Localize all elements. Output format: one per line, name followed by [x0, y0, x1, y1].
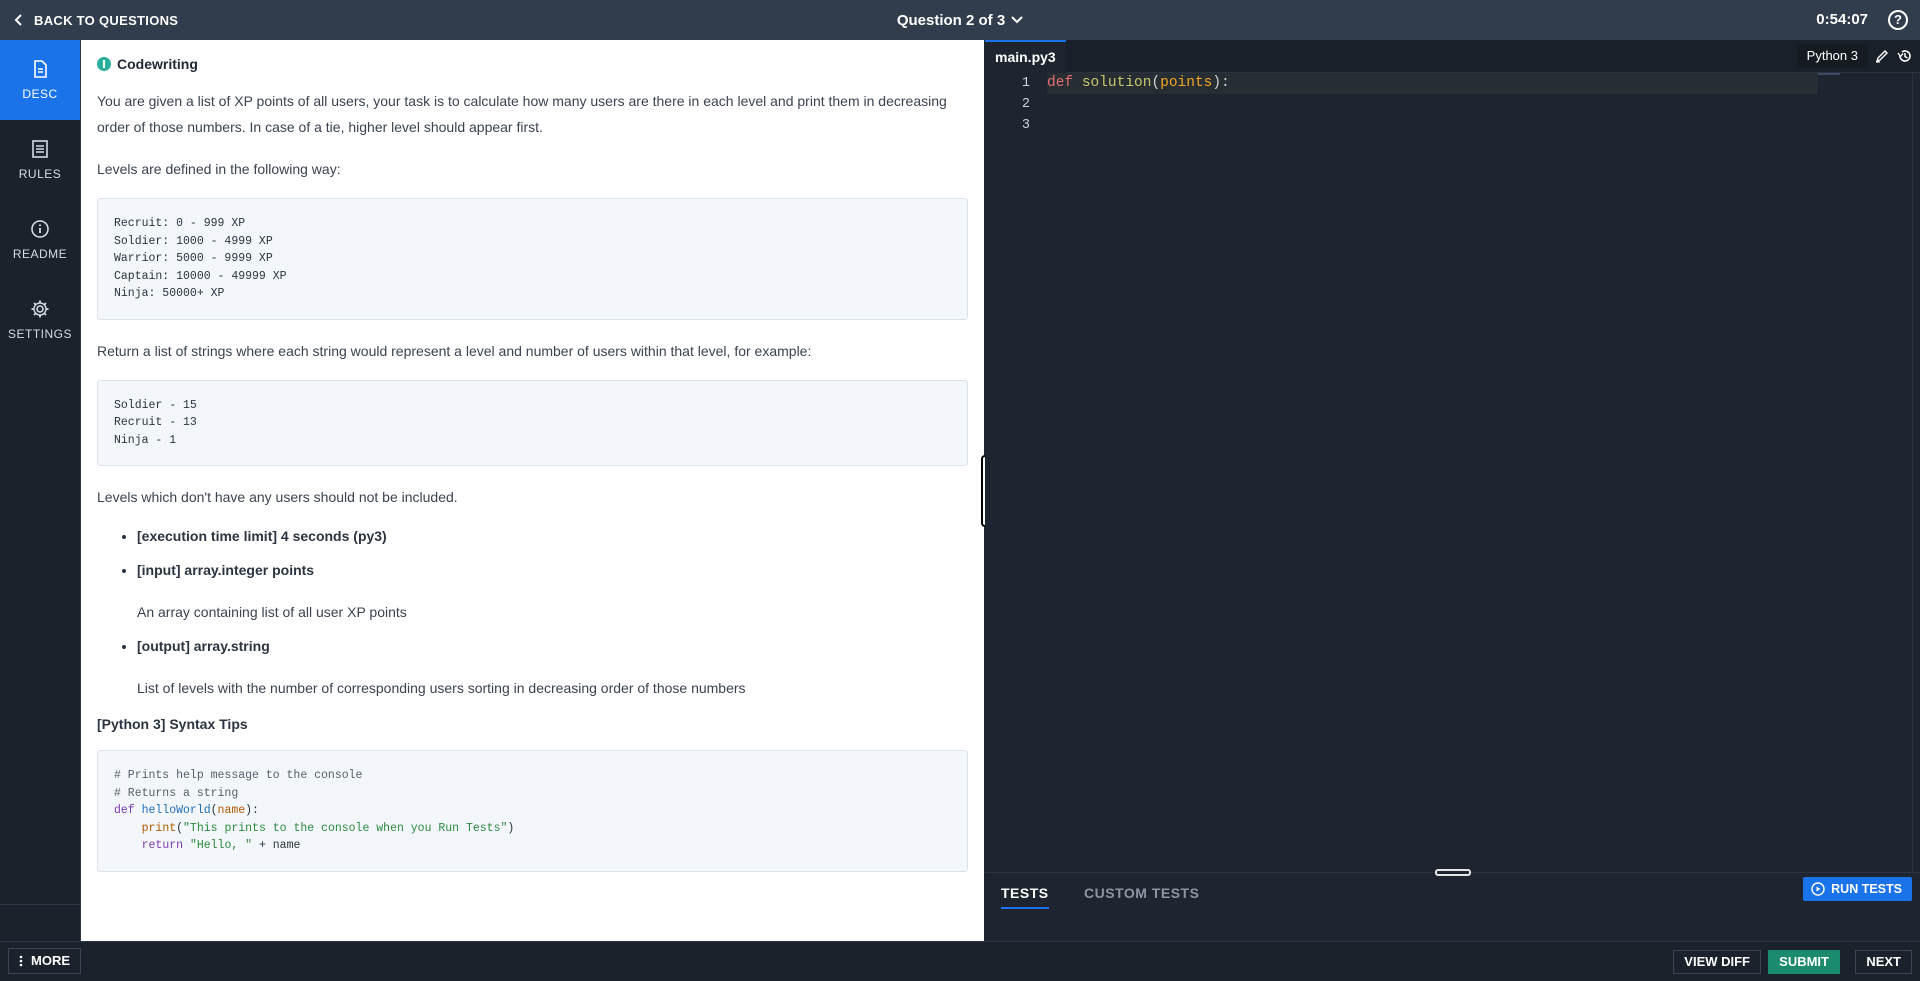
code-line[interactable]: [1047, 94, 1818, 115]
chevron-down-icon: [1011, 16, 1023, 24]
bottom-bar: MORE VIEW DIFF SUBMIT NEXT: [0, 941, 1920, 981]
top-bar: BACK TO QUESTIONS Question 2 of 3 0:54:0…: [0, 0, 1920, 40]
code-function: helloWorld: [141, 804, 211, 817]
divider: [0, 904, 80, 905]
syntax-tips-code-block: # Prints help message to the console # R…: [97, 750, 968, 872]
minimap: [1818, 73, 1840, 75]
code-param: points: [1160, 75, 1213, 91]
pencil-icon[interactable]: [1874, 48, 1890, 64]
spec-title: [output] array.string: [137, 638, 270, 654]
line-number: 3: [1021, 118, 1030, 133]
code-keyword: def: [1047, 75, 1074, 91]
editor-scrollbar[interactable]: [1912, 73, 1920, 872]
kebab-icon: [19, 955, 23, 967]
levels-code-block: Recruit: 0 - 999 XP Soldier: 1000 - 4999…: [97, 198, 968, 320]
spec-detail: An array containing list of all user XP …: [137, 604, 407, 620]
tab-tests[interactable]: TESTS: [1001, 881, 1049, 909]
sidebar-item-label: README: [12, 247, 68, 261]
code-text: + name: [252, 839, 301, 852]
task-type-label: Codewriting: [117, 56, 198, 72]
code-keyword: def: [114, 804, 135, 817]
language-selector[interactable]: Python 3: [1796, 44, 1868, 68]
line-number: 2: [1021, 97, 1030, 112]
return-text: Return a list of strings where each stri…: [97, 342, 812, 359]
question-selector[interactable]: Question 2 of 3: [0, 0, 1920, 40]
code-string: "Hello, ": [189, 839, 253, 852]
sidebar-item-rules[interactable]: RULES: [0, 120, 80, 200]
intro-text: You are given a list of XP points of all…: [97, 93, 947, 135]
play-circle-icon: [1811, 882, 1825, 896]
view-diff-button[interactable]: VIEW DIFF: [1673, 950, 1761, 974]
levels-intro-text: Levels are defined in the following way:: [97, 161, 341, 177]
line-numbers: 1 2 3: [985, 73, 1030, 136]
codewriting-icon: [97, 57, 111, 71]
code-area[interactable]: def solution(points):: [1047, 73, 1818, 136]
code-comment: # Returns a string: [114, 786, 239, 800]
tests-resize-handle[interactable]: [1435, 869, 1471, 876]
tab-custom-tests[interactable]: CUSTOM TESTS: [1084, 881, 1199, 909]
note-text: Levels which don't have any users should…: [97, 489, 458, 505]
run-tests-label: RUN TESTS: [1831, 882, 1902, 896]
sidebar-item-label: RULES: [18, 167, 62, 181]
line-number: 1: [1021, 76, 1030, 91]
side-nav: DESC RULES README SETTINGS: [0, 40, 81, 941]
more-button[interactable]: MORE: [8, 948, 81, 974]
editor-tab-bar: main.py3 Python 3: [985, 40, 1920, 73]
code-param: name: [217, 804, 246, 817]
file-tab[interactable]: main.py3: [985, 40, 1066, 73]
document-icon: [34, 60, 47, 78]
tests-panel: TESTS CUSTOM TESTS RUN TESTS: [985, 869, 1920, 941]
more-label: MORE: [31, 953, 70, 968]
spec-list: [execution time limit] 4 seconds (py3) […: [137, 526, 968, 698]
list-item: [execution time limit] 4 seconds (py3): [137, 526, 968, 546]
task-type: Codewriting: [97, 56, 968, 72]
code-line[interactable]: def solution(points):: [1047, 73, 1818, 94]
code-function: solution: [1081, 75, 1152, 91]
list-icon: [32, 140, 48, 158]
sidebar-item-label: DESC: [22, 87, 58, 101]
description-panel: Codewriting You are given a list of XP p…: [81, 40, 984, 941]
sidebar-item-settings[interactable]: SETTINGS: [0, 280, 80, 360]
sidebar-item-label: SETTINGS: [7, 327, 72, 341]
gear-icon: [31, 300, 49, 318]
spec-title: [execution time limit] 4 seconds (py3): [137, 528, 387, 544]
code-print: print: [141, 821, 177, 835]
sidebar-item-readme[interactable]: README: [0, 200, 80, 280]
help-icon[interactable]: ?: [1888, 10, 1908, 30]
code-line[interactable]: [1047, 115, 1818, 136]
submit-button[interactable]: SUBMIT: [1768, 950, 1840, 974]
history-icon[interactable]: [1896, 47, 1914, 65]
spec-detail: List of levels with the number of corres…: [137, 680, 746, 696]
code-comment: # Prints help message to the console: [114, 769, 363, 782]
sidebar-item-desc[interactable]: DESC: [0, 40, 80, 120]
code-editor: main.py3 Python 3 1 2 3 def solution(poi…: [985, 40, 1920, 872]
question-title: Question 2 of 3: [896, 11, 1006, 29]
example-code-block: Soldier - 15 Recruit - 13 Ninja - 1: [97, 379, 968, 466]
syntax-tips-title: [Python 3] Syntax Tips: [97, 716, 248, 732]
code-keyword: return: [141, 839, 184, 852]
next-button[interactable]: NEXT: [1855, 950, 1912, 974]
run-tests-button[interactable]: RUN TESTS: [1803, 877, 1912, 901]
list-item: [input] array.integer points An array co…: [137, 560, 968, 622]
info-icon: [31, 220, 49, 238]
timer: 0:54:07: [1816, 11, 1868, 28]
list-item: [output] array.string List of levels wit…: [137, 636, 968, 698]
code-string: "This prints to the console when you Run…: [183, 821, 508, 835]
spec-title: [input] array.integer points: [137, 562, 315, 578]
